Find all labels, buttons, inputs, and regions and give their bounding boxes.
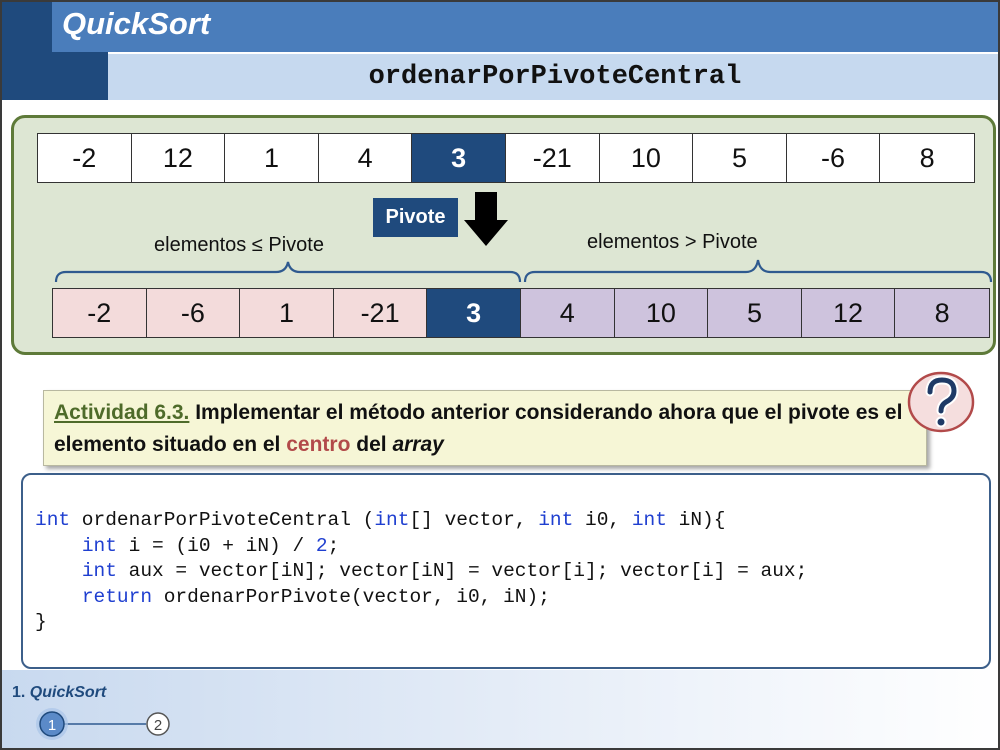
code-text: iN){ bbox=[666, 509, 726, 531]
partitioned-array: -2 -6 1 -21 3 4 10 5 12 8 bbox=[52, 288, 990, 338]
code-text: i = (i0 + iN) / bbox=[116, 534, 316, 557]
partitioned-array-cell: 12 bbox=[801, 289, 896, 337]
code-text: ordenarPorPivote(vector, i0, iN); bbox=[152, 585, 550, 608]
partitioned-array-cell: -6 bbox=[146, 289, 241, 337]
original-array-cell: 5 bbox=[693, 134, 787, 182]
partitioned-array-pivot-cell: 3 bbox=[427, 289, 521, 337]
partitioned-array-cell: 4 bbox=[520, 289, 615, 337]
activity-title: Actividad 6.3. bbox=[54, 401, 190, 424]
original-array-cell: 4 bbox=[318, 134, 413, 182]
code-keyword: int bbox=[35, 509, 71, 531]
code-text: } bbox=[35, 611, 47, 633]
original-array-cell: 12 bbox=[131, 134, 226, 182]
footer-section-number: 1. bbox=[12, 684, 26, 701]
partitioned-array-cell: -2 bbox=[53, 289, 147, 337]
nav-step-1-label: 1 bbox=[48, 717, 56, 734]
code-keyword: int bbox=[81, 534, 117, 557]
left-brace bbox=[54, 261, 522, 283]
activity-highlight: centro bbox=[286, 433, 351, 456]
original-array-cell: -6 bbox=[786, 134, 881, 182]
partitioned-array-cell: 5 bbox=[708, 289, 802, 337]
code-text: [] vector, bbox=[409, 509, 539, 531]
partitioned-array-cell: 1 bbox=[240, 289, 334, 337]
pivot-label: Pivote bbox=[373, 198, 458, 237]
code-keyword: int bbox=[631, 509, 667, 531]
question-icon bbox=[907, 371, 975, 433]
nav-step-2-label: 2 bbox=[154, 717, 162, 734]
activity-box: Actividad 6.3. Implementar el método ant… bbox=[43, 390, 927, 466]
code-text: i0, bbox=[573, 509, 632, 531]
activity-text-2: del bbox=[350, 433, 393, 456]
original-array-cell: -2 bbox=[38, 134, 132, 182]
original-array-pivot-cell: 3 bbox=[412, 134, 506, 182]
down-arrow-icon bbox=[464, 192, 508, 246]
original-array-cell: 8 bbox=[880, 134, 974, 182]
code-text: aux = vector[iN]; vector[iN] = vector[i]… bbox=[116, 560, 808, 582]
nav-step-2[interactable]: 2 bbox=[146, 712, 170, 736]
code-text: ordenarPorPivoteCentral ( bbox=[70, 509, 375, 531]
code-keyword: int bbox=[538, 509, 574, 531]
slide: QuickSort ordenarPorPivoteCentral -2 12 1 4… bbox=[0, 0, 1000, 750]
code-block: int ordenarPorPivoteCentral (int[] vecto… bbox=[35, 508, 807, 636]
right-brace bbox=[523, 259, 993, 283]
label-left-partition: elementos ≤ Pivote bbox=[154, 234, 324, 256]
label-right-partition: elementos > Pivote bbox=[587, 231, 758, 253]
code-keyword: return bbox=[81, 585, 153, 608]
footer-section-label: 1. QuickSort bbox=[12, 684, 106, 702]
original-array: -2 12 1 4 3 -21 10 5 -6 8 bbox=[37, 133, 975, 183]
original-array-cell: -21 bbox=[505, 134, 600, 182]
original-array-cell: 1 bbox=[225, 134, 319, 182]
slide-subtitle: ordenarPorPivoteCentral bbox=[368, 62, 742, 92]
partitioned-array-cell: -21 bbox=[333, 289, 428, 337]
code-keyword: int bbox=[374, 509, 410, 531]
code-number: 2 bbox=[315, 534, 328, 557]
slide-navigation: 1 2 bbox=[36, 708, 170, 740]
slide-title: QuickSort bbox=[62, 6, 211, 41]
nav-step-1[interactable]: 1 bbox=[36, 708, 68, 740]
partitioned-array-cell: 10 bbox=[614, 289, 709, 337]
partitioned-array-cell: 8 bbox=[895, 289, 989, 337]
code-keyword: int bbox=[81, 560, 117, 582]
activity-italic: array bbox=[392, 433, 444, 456]
footer-section-name: QuickSort bbox=[29, 684, 107, 701]
original-array-cell: 10 bbox=[599, 134, 694, 182]
code-text: ; bbox=[327, 534, 340, 557]
